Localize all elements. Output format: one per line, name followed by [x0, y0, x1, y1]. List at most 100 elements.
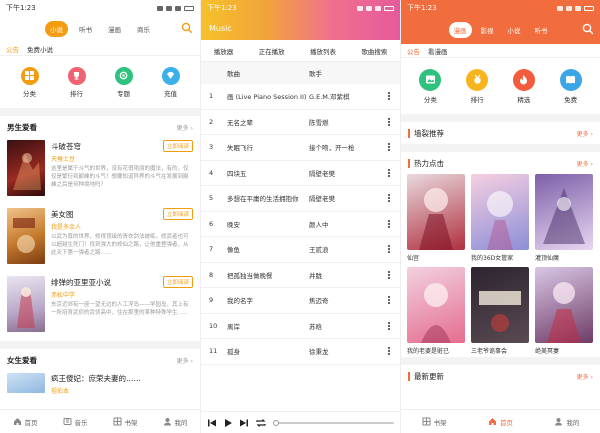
more-link[interactable]: 更多 ›: [177, 356, 193, 365]
nav-profile[interactable]: 我的: [163, 417, 188, 427]
category-classify[interactable]: 分类: [419, 68, 442, 104]
more-vertical-icon[interactable]: [386, 321, 392, 330]
song-row[interactable]: 7 像鱼 王贰浪: [201, 237, 400, 263]
song-row[interactable]: 4 四块五 隔壁老樊: [201, 161, 400, 186]
nav-shelf[interactable]: 书架: [422, 417, 447, 427]
more-vertical-icon[interactable]: [386, 219, 392, 228]
song-artist: 隔壁老樊: [309, 195, 335, 204]
comic-card[interactable]: 三老爷诡事会: [471, 267, 529, 355]
more-vertical-icon[interactable]: [386, 117, 392, 126]
tab-music[interactable]: 商乐: [132, 21, 155, 37]
more-vertical-icon[interactable]: [386, 245, 392, 254]
category-row: 分类 排行 精选 免费: [401, 58, 600, 114]
more-vertical-icon[interactable]: [386, 143, 392, 152]
song-artist: 隔壁老樊: [309, 169, 335, 178]
song-row[interactable]: 10 离岸 苏晗: [201, 314, 400, 339]
more-vertical-icon[interactable]: [386, 194, 392, 203]
more-vertical-icon[interactable]: [386, 347, 392, 356]
song-artist: 徐秉龙: [309, 348, 329, 357]
more-vertical-icon[interactable]: [386, 270, 392, 279]
progress-handle[interactable]: [273, 419, 279, 426]
play-icon[interactable]: [223, 418, 233, 428]
notice-bar[interactable]: 公告 看漫画: [401, 44, 600, 58]
tab-novel[interactable]: 小说: [503, 22, 526, 38]
tab-comic[interactable]: 漫画: [103, 21, 126, 37]
comic-card[interactable]: 绝美冥妻: [535, 267, 593, 355]
more-link[interactable]: 更多 ›: [577, 129, 593, 138]
more-link[interactable]: 更多 ›: [577, 159, 593, 168]
read-now-button[interactable]: 立即阅读: [162, 276, 193, 288]
repeat-icon[interactable]: [255, 418, 267, 428]
tab-playlist[interactable]: 播放列表: [310, 46, 336, 56]
book-author: 祖伯本: [51, 388, 70, 394]
song-artist: 苏晗: [309, 322, 322, 331]
read-now-button[interactable]: 立即阅读: [162, 140, 193, 152]
book-item[interactable]: 绯弹的亚里亚小说 立即阅读 赤松中学 东京近郊有一座一望无边的人工浮岛——学园岛，…: [0, 273, 200, 341]
comic-title: 灌顶仙魔: [535, 255, 560, 262]
read-now-button[interactable]: 立即阅读: [162, 208, 193, 220]
nav-home[interactable]: 首页: [13, 417, 38, 427]
book-item[interactable]: 疯王傻妃：庶荣夫妻的…… 祖伯本: [0, 370, 200, 400]
tab-player[interactable]: 播放器: [214, 46, 234, 56]
song-row[interactable]: 3 失眠飞行 接个吻，开一枪: [201, 135, 400, 161]
search-icon[interactable]: [582, 23, 594, 35]
home-icon: [13, 418, 21, 425]
song-artist: 井胧: [309, 271, 322, 280]
song-title: 把孤独当做晚餐: [227, 271, 273, 280]
category-featured[interactable]: 精选: [512, 68, 535, 104]
more-vertical-icon[interactable]: [386, 296, 392, 305]
book-author: 赤松中学: [51, 292, 76, 299]
song-row[interactable]: 9 我的名字 焦迈奇: [201, 288, 400, 314]
song-row[interactable]: 1 画 (Live Piano Session II) G.E.M.邓紫棋: [201, 84, 400, 110]
category-topic[interactable]: 专题: [114, 66, 133, 98]
diamond-icon: [161, 66, 180, 85]
song-row[interactable]: 11 孤身 徐秉龙: [201, 339, 400, 365]
more-link[interactable]: 更多 ›: [177, 123, 193, 132]
category-ranking[interactable]: 排行: [67, 66, 86, 98]
page-title: Music: [209, 23, 232, 33]
nav-home[interactable]: 首页: [488, 417, 513, 427]
category-classify[interactable]: 分类: [20, 66, 39, 98]
song-row[interactable]: 6 晚安 颜人中: [201, 212, 400, 237]
comic-card[interactable]: 灌顶仙魔: [535, 174, 593, 262]
category-label: 免费: [564, 95, 578, 104]
song-row[interactable]: 2 无名之辈 陈雪燃: [201, 110, 400, 135]
tab-video[interactable]: 影视: [476, 22, 499, 38]
category-recharge[interactable]: 充值: [161, 66, 180, 98]
comic-card[interactable]: 我的36D女管家: [471, 174, 529, 262]
next-icon[interactable]: [239, 418, 249, 428]
tab-comic[interactable]: 漫画: [448, 22, 472, 38]
book-item[interactable]: 斗破苍穹 立即阅读 天蚕土豆 这里是属于斗气的世界，没有花俏艳丽的魔法，有的，仅仅…: [0, 137, 200, 205]
category-ranking[interactable]: 排行: [466, 68, 489, 104]
nav-shelf[interactable]: 书架: [113, 417, 138, 427]
song-row[interactable]: 8 把孤独当做晚餐 井胧: [201, 263, 400, 288]
previous-icon[interactable]: [207, 418, 217, 428]
tab-novel[interactable]: 小说: [45, 21, 68, 37]
song-title: 无名之辈: [227, 118, 253, 127]
search-icon[interactable]: [181, 22, 193, 34]
tab-audiobook[interactable]: 听书: [74, 21, 97, 37]
book-author: 我是多余人: [51, 224, 82, 231]
song-row[interactable]: 5 多想在平庸的生活拥抱你 隔壁老樊: [201, 186, 400, 212]
comic-title: 我的36D女管家: [471, 255, 514, 262]
song-artist: 陈雪燃: [309, 118, 329, 127]
more-vertical-icon[interactable]: [386, 92, 392, 101]
category-free[interactable]: 免费: [559, 68, 582, 104]
comic-card[interactable]: 仙宫: [407, 174, 465, 262]
tab-audiobook[interactable]: 听书: [530, 22, 553, 38]
progress-slider[interactable]: [273, 419, 394, 426]
more-vertical-icon[interactable]: [386, 168, 392, 177]
comic-card[interactable]: 我的老婆是赃已: [407, 267, 465, 355]
more-link[interactable]: 更多 ›: [577, 372, 593, 381]
book-item[interactable]: 美女图 立即阅读 我是多余人 以武为尊的世界，修得顶级的青衣剑法被练，修武者也可以…: [0, 205, 200, 273]
tab-now-playing[interactable]: 正在播放: [259, 46, 285, 56]
tab-song-search[interactable]: 歌曲搜索: [361, 46, 387, 56]
nav-profile[interactable]: 我的: [554, 417, 579, 427]
section-header-hot: 热力点击 更多 ›: [401, 152, 600, 174]
alarm-icon: [157, 5, 163, 11]
status-time: 下午1:23: [407, 4, 437, 12]
song-number: 10: [209, 321, 218, 330]
notice-bar[interactable]: 公告 免费小说: [0, 42, 200, 56]
book-cover: [7, 276, 45, 332]
nav-music[interactable]: 音乐: [63, 417, 88, 427]
